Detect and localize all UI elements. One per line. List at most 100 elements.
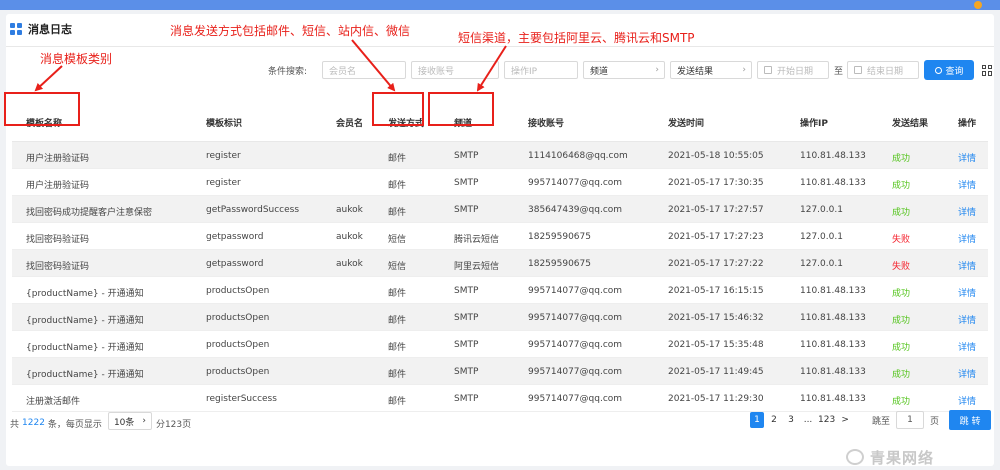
query-button[interactable]: 查询 xyxy=(924,60,975,80)
watermark-logo-icon xyxy=(846,449,864,465)
watermark-text: 青果网络 xyxy=(870,448,935,467)
total-prefix: 共 xyxy=(10,419,20,430)
result-select-value: 发送结果 xyxy=(677,66,714,77)
cell-channel: SMTP xyxy=(454,340,479,350)
member-input[interactable]: 会员名 xyxy=(322,61,406,79)
cell-ip: 110.81.48.133 xyxy=(800,178,866,188)
detail-link[interactable]: 详情 xyxy=(958,286,976,299)
cell-receiver: 18259590675 xyxy=(528,259,591,269)
col-action: 操作 xyxy=(958,119,977,129)
grid-icon xyxy=(10,23,22,35)
col-member: 会员名 xyxy=(336,119,364,129)
annotation-channels: 短信渠道，主要包括阿里云、腾讯云和SMTP xyxy=(458,31,695,45)
cell-receiver: 385647439@qq.com xyxy=(528,205,623,215)
cell-channel: SMTP xyxy=(454,394,479,404)
detail-link[interactable]: 详情 xyxy=(958,313,976,326)
pagination-info: 共 1222 条，每页显示 10条 › 分123页 xyxy=(10,412,192,430)
detail-link[interactable]: 详情 xyxy=(958,340,976,353)
cell-ip: 110.81.48.133 xyxy=(800,286,866,296)
page-1[interactable]: 1 xyxy=(750,412,764,428)
cell-template-key: getpassword xyxy=(206,259,264,269)
detail-link[interactable]: 详情 xyxy=(958,394,976,407)
cell-receiver: 995714077@qq.com xyxy=(528,313,623,323)
detail-link[interactable]: 详情 xyxy=(958,259,976,272)
page-last[interactable]: 123 xyxy=(818,412,835,428)
page-links: 1 2 3 ... 123 > xyxy=(750,412,855,428)
cell-send-time: 2021-05-18 10:55:05 xyxy=(668,151,764,161)
ip-input[interactable]: 操作IP xyxy=(504,61,578,79)
cell-template-key: register xyxy=(206,178,241,188)
cell-receiver: 995714077@qq.com xyxy=(528,394,623,404)
cell-send-time: 2021-05-17 17:30:35 xyxy=(668,178,764,188)
cell-ip: 110.81.48.133 xyxy=(800,394,866,404)
cell-template-name: 用户注册验证码 xyxy=(26,154,90,164)
table-row: 找回密码成功提醒客户注意保密 getPasswordSuccess aukok 邮件 S… xyxy=(12,196,988,223)
cell-receiver: 995714077@qq.com xyxy=(528,286,623,296)
cell-template-key: productsOpen xyxy=(206,367,270,377)
cell-channel: SMTP xyxy=(454,313,479,323)
annotation-send-methods: 消息发送方式包括邮件、短信、站内信、微信 xyxy=(170,24,411,38)
cell-template-name: 找回密码验证码 xyxy=(26,262,90,272)
cell-member: aukok xyxy=(336,259,363,269)
cell-ip: 110.81.48.133 xyxy=(800,367,866,377)
cell-send-time: 2021-05-17 15:46:32 xyxy=(668,313,764,323)
cell-send-method: 短信 xyxy=(388,235,407,245)
cell-channel: SMTP xyxy=(454,205,479,215)
jump-button[interactable]: 跳 转 xyxy=(949,410,992,430)
start-date-input[interactable]: 开始日期 xyxy=(757,61,829,79)
account-input[interactable]: 接收账号 xyxy=(411,61,499,79)
next-page-button[interactable]: > xyxy=(838,412,852,428)
page-title: 消息日志 xyxy=(28,23,72,36)
cell-send-method: 邮件 xyxy=(388,343,407,353)
cell-template-name: {productName} - 开通通知 xyxy=(26,370,144,380)
table-row: 找回密码验证码 getpassword aukok 短信 阿里云短信 1825959067… xyxy=(12,250,988,277)
cell-ip: 127.0.0.1 xyxy=(800,232,843,242)
result-select[interactable]: 发送结果 › xyxy=(670,61,752,79)
chevron-right-icon: › xyxy=(742,65,746,75)
detail-link[interactable]: 详情 xyxy=(958,178,976,191)
table-row: 注册激活邮件 registerSuccess 邮件 SMTP 995714077@qq.… xyxy=(12,385,988,412)
highlight-send-method xyxy=(372,92,424,126)
end-date-input[interactable]: 结束日期 xyxy=(847,61,920,79)
pages-summary: 分123页 xyxy=(155,419,192,430)
table-row: {productName} - 开通通知 productsOpen 邮件 SMTP 99… xyxy=(12,358,988,385)
table-row: {productName} - 开通通知 productsOpen 邮件 SMTP 99… xyxy=(12,304,988,331)
page-size-value: 10条 xyxy=(113,417,135,428)
channel-select[interactable]: 频道 › xyxy=(583,61,665,79)
col-receiver: 接收账号 xyxy=(528,119,565,129)
table-row: {productName} - 开通通知 productsOpen 邮件 SMTP 99… xyxy=(12,331,988,358)
jump-page-input[interactable]: 1 xyxy=(896,411,925,429)
cell-send-method: 短信 xyxy=(388,262,407,272)
cell-receiver: 995714077@qq.com xyxy=(528,340,623,350)
cell-template-name: {productName} - 开通通知 xyxy=(26,316,144,326)
page-size-select[interactable]: 10条 › xyxy=(107,412,152,430)
cell-receiver: 18259590675 xyxy=(528,232,591,242)
col-send-time: 发送时间 xyxy=(668,119,705,129)
detail-link[interactable]: 详情 xyxy=(958,232,976,245)
page-jump: 跳至 1 页 跳 转 xyxy=(872,410,992,430)
cell-send-method: 邮件 xyxy=(388,289,407,299)
highlight-template-name xyxy=(4,92,80,126)
cell-ip: 127.0.0.1 xyxy=(800,205,843,215)
jump-label: 跳至 xyxy=(872,416,891,427)
cell-template-key: getpassword xyxy=(206,232,264,242)
detail-link[interactable]: 详情 xyxy=(958,367,976,380)
cell-receiver: 995714077@qq.com xyxy=(528,367,623,377)
end-date-placeholder: 结束日期 xyxy=(867,66,904,77)
channel-select-value: 频道 xyxy=(590,66,609,77)
layout-toggle-icon[interactable] xyxy=(982,64,993,76)
total-count: 1222 xyxy=(22,418,45,428)
search-label: 条件搜索: xyxy=(268,66,308,77)
annotation-template-category: 消息模板类别 xyxy=(40,52,113,66)
cell-channel: 腾讯云短信 xyxy=(454,235,500,245)
cell-send-time: 2021-05-17 11:29:30 xyxy=(668,394,764,404)
table-row: 用户注册验证码 register 邮件 SMTP 995714077@qq.com 202… xyxy=(12,169,988,196)
detail-link[interactable]: 详情 xyxy=(958,205,976,218)
cell-result: 成功 xyxy=(892,343,911,353)
page-2[interactable]: 2 xyxy=(767,412,781,428)
detail-link[interactable]: 详情 xyxy=(958,151,976,164)
page-3[interactable]: 3 xyxy=(784,412,798,428)
cell-template-key: registerSuccess xyxy=(206,394,277,404)
cell-result: 成功 xyxy=(892,397,911,407)
cell-send-time: 2021-05-17 11:49:45 xyxy=(668,367,764,377)
